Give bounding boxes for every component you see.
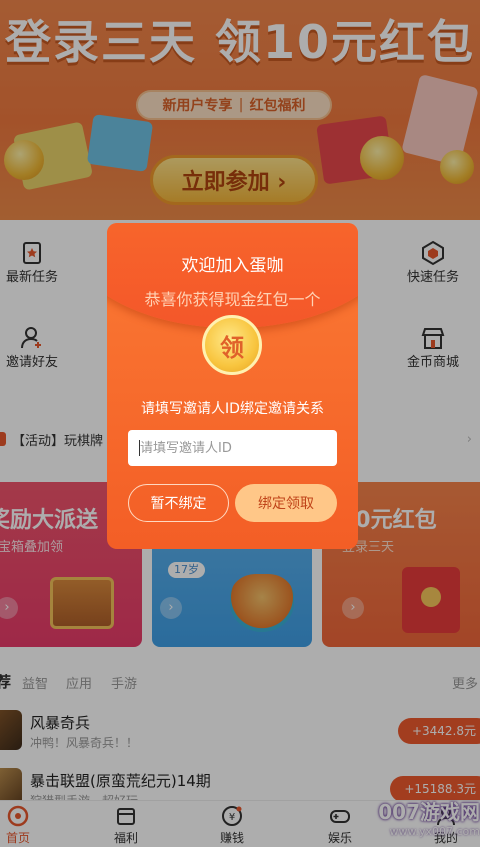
dialog-subtitle: 恭喜你获得现金红包一个 <box>144 290 321 309</box>
dialog-title: 欢迎加入蛋咖 <box>181 256 284 276</box>
claim-coin-icon: 领 <box>202 315 262 375</box>
bind-and-claim-button[interactable]: 绑定领取 <box>235 484 337 522</box>
invite-dialog: 欢迎加入蛋咖 恭喜你获得现金红包一个 领 请填写邀请人ID绑定邀请关系 暂不绑定… <box>107 223 358 549</box>
text-cursor <box>139 440 140 456</box>
inviter-id-input[interactable] <box>128 430 337 466</box>
invite-instruction: 请填写邀请人ID绑定邀请关系 <box>141 401 324 417</box>
skip-binding-button[interactable]: 暂不绑定 <box>128 484 229 522</box>
